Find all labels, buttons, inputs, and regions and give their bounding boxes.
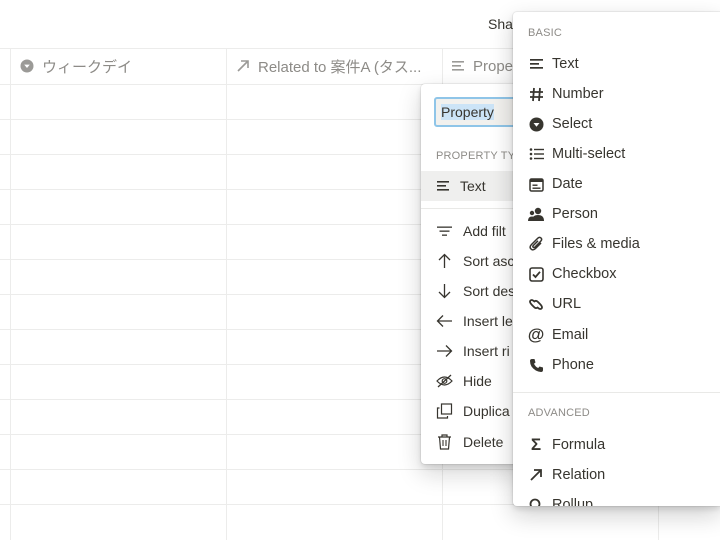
- type-option-text[interactable]: Text: [513, 49, 720, 79]
- type-option-label: Relation: [552, 467, 606, 483]
- menu-item-label: Sort asc: [463, 253, 515, 269]
- menu-item-label: Add filt: [463, 223, 506, 239]
- type-option-relation[interactable]: Relation: [513, 460, 720, 490]
- type-option-date[interactable]: Date: [513, 169, 720, 199]
- column-header-property[interactable]: Prope: [451, 48, 521, 84]
- type-option-formula[interactable]: Σ Formula: [513, 430, 720, 460]
- type-option-label: Text: [552, 56, 579, 72]
- menu-item-label: Delete: [463, 434, 504, 450]
- property-type-label: Text: [460, 178, 486, 194]
- advanced-section-label: ADVANCED: [528, 407, 590, 419]
- type-option-label: Multi-select: [552, 146, 626, 162]
- trash-icon: [438, 434, 451, 450]
- menu-item-label: Duplica: [463, 403, 510, 419]
- hash-icon: [529, 87, 543, 101]
- link-icon: [529, 298, 543, 310]
- type-option-label: URL: [552, 296, 582, 312]
- search-icon: [529, 498, 540, 506]
- filter-icon: [437, 226, 452, 236]
- type-option-label: Select: [552, 116, 593, 132]
- column-header-weekday[interactable]: ウィークデイ: [20, 48, 220, 84]
- type-option-label: Checkbox: [552, 266, 617, 282]
- relation-arrow-icon: [530, 469, 542, 481]
- type-option-number[interactable]: Number: [513, 79, 720, 109]
- paperclip-icon: [528, 236, 542, 251]
- at-icon: @: [527, 325, 545, 344]
- type-option-files-media[interactable]: Files & media: [513, 229, 720, 259]
- duplicate-icon: [436, 403, 453, 419]
- type-option-label: Phone: [552, 357, 594, 373]
- type-option-email[interactable]: @ Email: [513, 320, 720, 350]
- share-button[interactable]: Sha: [488, 16, 513, 32]
- column-header-label: ウィークデイ: [42, 58, 133, 76]
- arrow-right-icon: [437, 345, 453, 357]
- type-option-label: Files & media: [552, 236, 640, 252]
- text-lines-icon: [437, 181, 449, 191]
- text-lines-icon: [529, 59, 543, 69]
- type-option-multi-select[interactable]: Multi-select: [513, 139, 720, 169]
- column-header-label: Related to 案件A (タス...: [258, 58, 422, 76]
- type-option-person[interactable]: Person: [513, 199, 720, 229]
- relation-arrow-icon: [237, 60, 249, 72]
- type-option-url[interactable]: URL: [513, 289, 720, 319]
- type-option-label: Number: [552, 86, 604, 102]
- list-icon: [529, 148, 544, 160]
- type-option-label: Date: [552, 176, 583, 192]
- eye-slash-icon: [436, 374, 453, 388]
- type-option-phone[interactable]: Phone: [513, 350, 720, 380]
- basic-section-label: BASIC: [528, 27, 563, 39]
- type-option-rollup[interactable]: Rollup: [513, 490, 720, 506]
- select-icon: [20, 59, 34, 73]
- select-icon: [529, 117, 543, 131]
- text-lines-icon: [452, 61, 464, 71]
- type-option-checkbox[interactable]: Checkbox: [513, 259, 720, 289]
- arrow-up-icon: [438, 253, 451, 268]
- type-option-select[interactable]: Select: [513, 109, 720, 139]
- property-name-value: Property: [441, 104, 494, 120]
- type-option-label: Person: [552, 206, 598, 222]
- phone-icon: [529, 358, 543, 372]
- sigma-icon: Σ: [530, 435, 542, 454]
- property-type-menu: BASIC Text Number Select Multi-select Da…: [513, 12, 720, 506]
- type-option-label: Formula: [552, 437, 606, 453]
- checkbox-icon: [528, 266, 544, 282]
- menu-item-label: Insert ri: [463, 343, 510, 359]
- menu-item-label: Insert le: [463, 313, 513, 329]
- arrow-left-icon: [436, 315, 452, 327]
- arrow-down-icon: [438, 284, 451, 299]
- calendar-icon: [528, 177, 544, 192]
- type-option-label: Email: [552, 327, 589, 343]
- column-header-label: Prope: [473, 57, 514, 75]
- column-header-related[interactable]: Related to 案件A (タス...: [236, 48, 436, 84]
- person-icon: [528, 207, 544, 221]
- menu-item-label: Sort des: [463, 283, 516, 299]
- type-option-label: Rollup: [552, 497, 594, 506]
- menu-item-label: Hide: [463, 373, 492, 389]
- property-type-section-label: PROPERTY TYP: [436, 150, 523, 162]
